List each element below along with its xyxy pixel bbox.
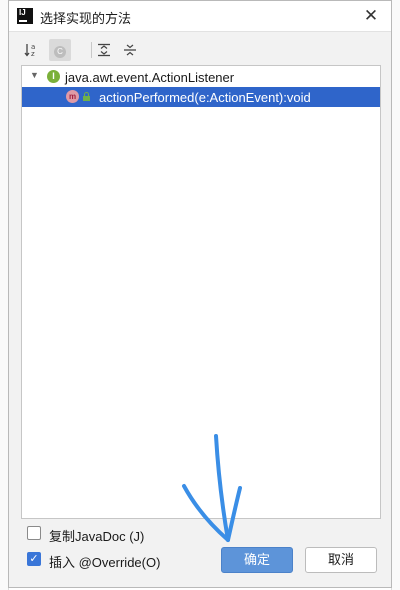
collapse-all-icon (124, 44, 136, 56)
dialog-title: 选择实现的方法 (40, 11, 132, 26)
tree-row-interface[interactable]: ▼ I java.awt.event.ActionListener (22, 67, 380, 87)
sort-alphabetically-button[interactable]: a z (21, 39, 43, 61)
close-icon: ✕ (363, 6, 379, 25)
method-label: actionPerformed(e:ActionEvent):void (99, 90, 311, 105)
cancel-button[interactable]: 取消 (305, 547, 377, 573)
method-icon: m (66, 90, 79, 103)
expand-all-icon (98, 43, 110, 57)
public-lock-icon (83, 92, 90, 101)
show-classes-button[interactable]: C (49, 39, 71, 61)
collapse-all-button[interactable] (119, 39, 141, 61)
tree-row-method[interactable]: m actionPerformed(e:ActionEvent):void (22, 87, 380, 107)
title-bar: IJ 选择实现的方法 ✕ (9, 1, 391, 32)
ok-button[interactable]: 确定 (221, 547, 293, 573)
copy-javadoc-label: 复制JavaDoc (J) (49, 529, 145, 544)
chevron-down-icon[interactable]: ▼ (30, 70, 39, 80)
insert-override-label: 插入 @Override(O) (49, 555, 161, 570)
implement-methods-dialog: IJ 选择实现的方法 ✕ a z C ▼ I java.awt.event.Ac… (8, 0, 392, 588)
copy-javadoc-checkbox[interactable] (27, 526, 41, 540)
method-tree[interactable]: ▼ I java.awt.event.ActionListener m acti… (21, 65, 381, 519)
insert-override-checkbox[interactable]: ✓ (27, 552, 41, 566)
sort-alpha-icon: a z (24, 43, 35, 58)
expand-all-button[interactable] (93, 39, 115, 61)
toolbar-separator (91, 42, 92, 58)
background-editor-right (391, 0, 400, 590)
interface-icon: I (47, 70, 60, 83)
svg-text:z: z (31, 50, 35, 58)
interface-label: java.awt.event.ActionListener (65, 70, 235, 85)
class-icon: C (54, 46, 66, 58)
close-button[interactable]: ✕ (351, 1, 391, 31)
intellij-icon: IJ (17, 8, 33, 24)
